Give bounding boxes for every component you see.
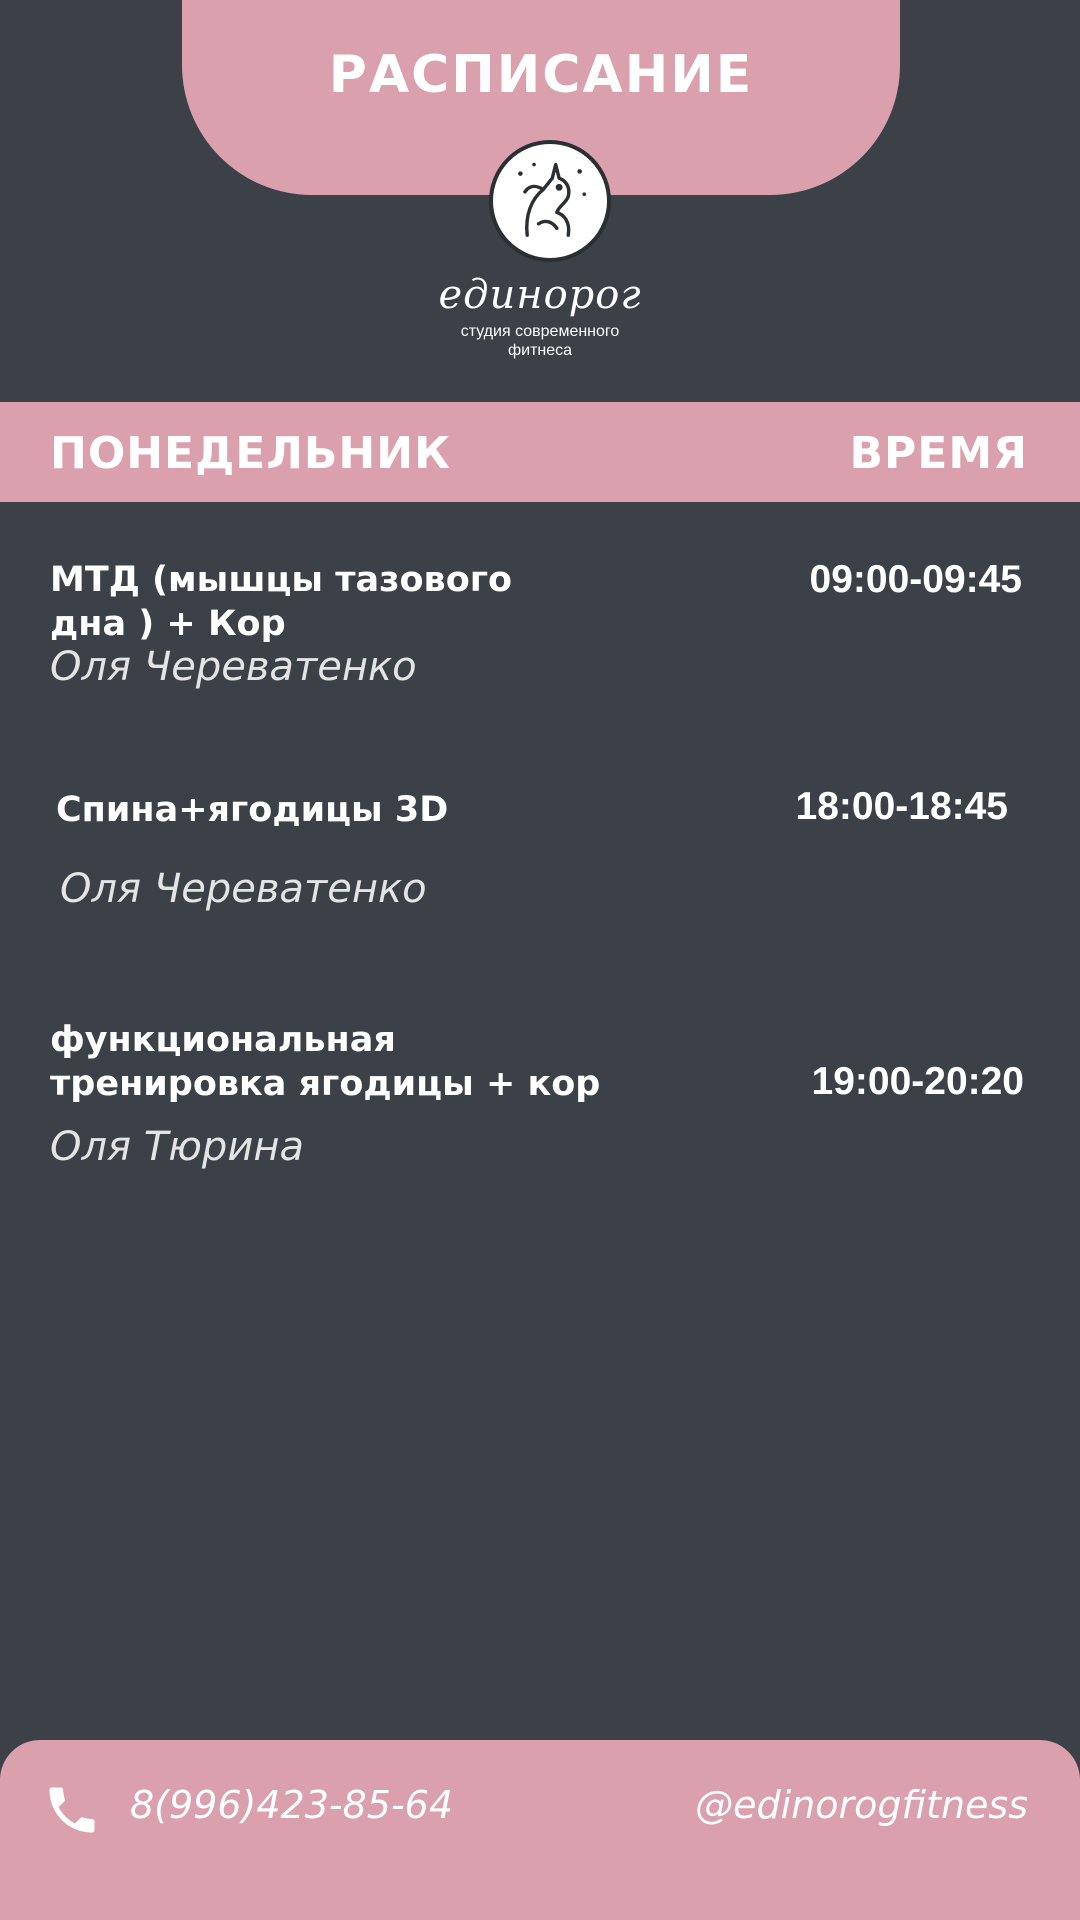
phone-icon[interactable] (42, 1780, 102, 1840)
class-title-line: тренировка ягодицы + кор (50, 1064, 601, 1104)
class-title-line: дна ) + Кор (50, 604, 286, 644)
footer-bar (0, 1740, 1080, 1920)
class-title-line: функциональная (50, 1020, 396, 1060)
brand-subtitle-line1: студия современного (460, 323, 620, 340)
class-trainer: Оля Череватенко (50, 644, 417, 690)
class-time: 09:00-09:45 (809, 558, 1022, 601)
class-title: МТД (мышцы тазового дна ) + Кор (50, 558, 750, 646)
brand-subtitle: студия современного фитнеса (0, 322, 1080, 360)
phone-number[interactable]: 8(996)423-85-64 (130, 1783, 453, 1827)
brand-subtitle-line2: фитнеса (507, 342, 573, 359)
brand-name: единорог (438, 272, 642, 318)
class-trainer: Оля Череватенко (60, 866, 427, 912)
unicorn-logo-icon (489, 140, 611, 262)
class-time: 18:00-18:45 (795, 785, 1008, 828)
social-handle[interactable]: @edinorogfitness (695, 1783, 1028, 1827)
class-title-line: МТД (мышцы тазового (50, 560, 513, 600)
class-time: 19:00-20:20 (811, 1060, 1024, 1103)
page-title: РАСПИСАНИЕ (328, 45, 754, 105)
class-title: Спина+ягодицы 3D (56, 788, 756, 832)
class-title: функциональная тренировка ягодицы + кор (50, 1018, 750, 1106)
time-column-header: ВРЕМЯ (849, 428, 1028, 479)
class-title-line: Спина+ягодицы 3D (56, 790, 449, 830)
day-label: ПОНЕДЕЛЬНИК (50, 428, 452, 479)
class-trainer: Оля Тюрина (50, 1124, 304, 1170)
